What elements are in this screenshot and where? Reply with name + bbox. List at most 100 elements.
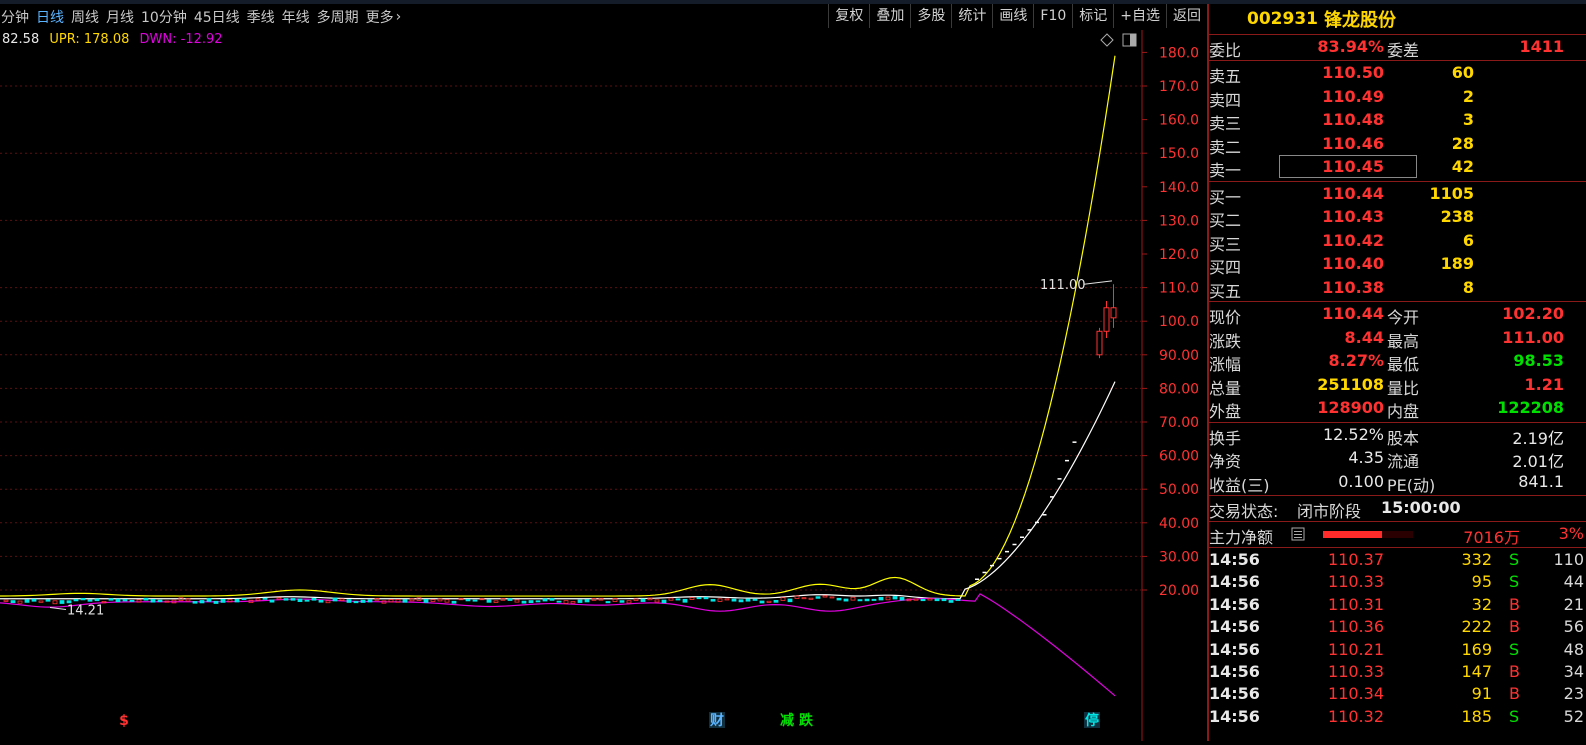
tick-side: B [1509, 661, 1520, 681]
tick-time: 14:56 [1209, 684, 1260, 704]
period-tab-3[interactable]: 月线 [106, 7, 140, 27]
selected-price-box [1279, 155, 1417, 178]
period-tab-4[interactable]: 10分钟 [141, 7, 193, 27]
tick-count: 34 [1563, 661, 1584, 681]
candle [794, 595, 800, 599]
bid-book: 买一 110.44 1105 买二 110.43 238 买三 110.42 6 买四 110.40… [1209, 182, 1586, 302]
event-marker[interactable]: 财 [709, 712, 724, 729]
candle [731, 598, 737, 602]
book-row[interactable]: 卖二 110.46 28 [1209, 132, 1586, 157]
candle [619, 600, 625, 603]
tick-count: 56 [1563, 617, 1584, 637]
period-tab-6[interactable]: 季线 [247, 7, 281, 27]
quote-label-2: 最高 [1387, 331, 1420, 351]
candle [766, 600, 772, 603]
tool-button-4[interactable]: 画线 [992, 4, 1033, 28]
book-row[interactable]: 卖一 110.45 42 [1209, 155, 1586, 180]
tick-row: 14:56 110.21 169 S 48 [1209, 638, 1586, 660]
candle [339, 598, 345, 601]
candle [1103, 307, 1110, 332]
legend-dwn-label: DWN: [139, 32, 177, 47]
book-volume: 189 [1440, 254, 1474, 273]
candle [584, 599, 590, 603]
candle [535, 600, 541, 603]
book-volume: 42 [1451, 157, 1474, 176]
tool-button-3[interactable]: 统计 [951, 4, 992, 28]
tool-button-1[interactable]: 叠加 [869, 4, 910, 28]
upper-band-line [0, 55, 1116, 597]
book-row[interactable]: 买三 110.42 6 [1209, 229, 1586, 254]
candle [542, 598, 548, 602]
legend-upr-label: UPR: [49, 32, 80, 47]
candle [290, 598, 296, 601]
status-label: 交易状态: [1209, 502, 1279, 521]
candle [696, 597, 702, 600]
candle [122, 599, 128, 602]
candle [661, 599, 667, 604]
fundamentals-grid: 换手 12.52% 股本 2.19亿 净资 4.35 流通 2.01亿 收益(三) 0.100 PE… [1209, 423, 1586, 496]
candle [808, 597, 814, 600]
tool-button-5[interactable]: F10 [1033, 4, 1072, 28]
book-volume: 60 [1451, 63, 1474, 82]
tool-button-6[interactable]: 标记 [1072, 4, 1113, 28]
tick-price: 110.21 [1328, 639, 1384, 659]
candle [115, 598, 121, 603]
book-row[interactable]: 卖三 110.48 3 [1209, 108, 1586, 133]
quote-panel: 002931 锋龙股份 委比 83.94% 委差 1411 卖五 110.50 60… [1207, 4, 1586, 741]
chevron-right-icon[interactable]: › [396, 9, 408, 25]
y-tick-label: 90.00 [1159, 348, 1199, 364]
event-marker[interactable]: 跌 [799, 713, 814, 729]
period-tab-9[interactable]: 更多 [366, 7, 400, 27]
tick-price: 110.33 [1328, 572, 1384, 592]
candle [52, 600, 58, 605]
book-row[interactable]: 买五 110.38 8 [1209, 276, 1586, 301]
period-tab-0[interactable]: 分钟 [1, 7, 35, 27]
y-tick-label: 80.00 [1159, 381, 1199, 397]
legend-mid-value: 82.58 [2, 32, 40, 47]
quote-row: 外盘 128900 内盘 122208 [1209, 396, 1586, 421]
event-marker[interactable]: 停 [1085, 712, 1099, 729]
tick-count: 48 [1563, 639, 1584, 659]
period-tab-2[interactable]: 周线 [71, 7, 105, 27]
candle [24, 599, 30, 603]
mainflow-pct: 3% [1558, 524, 1584, 543]
menu-list-icon[interactable] [1291, 526, 1305, 545]
fund-value: 4.35 [1348, 448, 1384, 467]
book-level-label: 买二 [1209, 211, 1242, 230]
quote-value-2: 122208 [1497, 398, 1564, 417]
tool-button-7[interactable]: +自选 [1113, 4, 1166, 28]
book-row[interactable]: 买四 110.40 189 [1209, 252, 1586, 277]
candle [570, 601, 576, 604]
candle [493, 600, 499, 603]
tick-row: 14:56 110.36 222 B 56 [1209, 615, 1586, 637]
panel-toggle-icon-fill [1130, 34, 1136, 46]
period-tab-1[interactable]: 日线 [36, 7, 70, 27]
quote-value-2: 111.00 [1502, 327, 1564, 347]
period-tab-5[interactable]: 45日线 [194, 7, 246, 27]
event-marker[interactable]: 减 [780, 712, 794, 729]
diamond-icon[interactable] [1100, 33, 1114, 47]
book-row[interactable]: 买二 110.43 238 [1209, 205, 1586, 230]
candle [843, 598, 849, 602]
candle [234, 598, 240, 603]
fund-label-2: 股本 [1387, 428, 1420, 448]
book-row[interactable]: 卖五 110.50 60 [1209, 61, 1586, 86]
candle [920, 598, 926, 602]
book-level-label: 卖五 [1209, 67, 1242, 86]
quote-label: 外盘 [1209, 402, 1242, 421]
tool-button-2[interactable]: 多股 [910, 4, 951, 28]
tick-volume: 222 [1461, 617, 1492, 637]
candle [185, 598, 191, 602]
mainflow-row: 主力净额 7016万 3% [1209, 522, 1586, 548]
candle [871, 598, 877, 601]
event-marker[interactable]: $ [119, 713, 129, 729]
tool-button-0[interactable]: 复权 [828, 4, 869, 28]
book-row[interactable]: 卖四 110.49 2 [1209, 85, 1586, 110]
period-tab-8[interactable]: 多周期 [317, 7, 365, 27]
book-row[interactable]: 买一 110.44 1105 [1209, 182, 1586, 207]
y-tick-label: 30.00 [1159, 549, 1199, 565]
tool-button-8[interactable]: 返回 [1166, 4, 1207, 28]
period-tab-7[interactable]: 年线 [282, 7, 316, 27]
kline-chart-svg[interactable]: 180.0 170.0 160.0 150.0 140.0 130.0 120.0 110.0… [0, 30, 1207, 741]
kline-chart-area[interactable]: 180.0 170.0 160.0 150.0 140.0 130.0 120.0 110.0… [0, 30, 1207, 741]
